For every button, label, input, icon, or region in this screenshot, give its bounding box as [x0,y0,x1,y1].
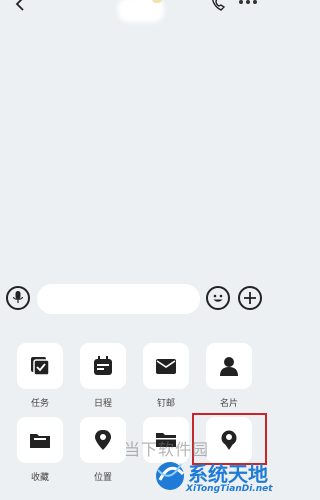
emoji-button[interactable] [206,286,230,310]
location-tile[interactable] [80,417,126,463]
more-horizontal-icon[interactable] [239,0,261,6]
favorites-label: 收藏 [30,473,49,483]
mail-icon [156,359,176,374]
message-list[interactable] [0,14,269,280]
calendar-icon [94,356,112,375]
highlight-box [192,413,267,465]
task-tile[interactable] [17,343,63,389]
location-label: 位置 [93,473,112,483]
folder-icon [156,433,176,447]
chat-header [0,0,269,22]
phone-icon[interactable] [210,0,227,12]
task-label: 任务 [30,399,49,409]
mail-label: 钉邮 [156,399,175,409]
message-input-bar [0,281,269,315]
more-actions-button[interactable] [238,286,262,310]
task-checklist-icon [31,357,50,376]
file-tile[interactable] [143,417,189,463]
smile-icon [213,294,223,302]
folder-favorite-icon [30,434,50,448]
location-pin-icon [95,430,111,450]
microphone-icon [13,291,23,303]
contact-card-label: 名片 [219,399,238,409]
plus-icon [244,292,256,304]
calendar-tile[interactable] [80,343,126,389]
contact-card-tile[interactable] [206,343,252,389]
favorites-tile[interactable] [17,417,63,463]
chevron-left-icon[interactable] [14,0,28,11]
message-input[interactable] [37,284,200,314]
voice-input-button[interactable] [6,286,30,310]
contact-card-icon [220,357,238,376]
mail-tile[interactable] [143,343,189,389]
action-panel: 任务 日程 钉邮 名片 收藏 位置 [0,324,269,500]
calendar-label: 日程 [93,399,112,409]
